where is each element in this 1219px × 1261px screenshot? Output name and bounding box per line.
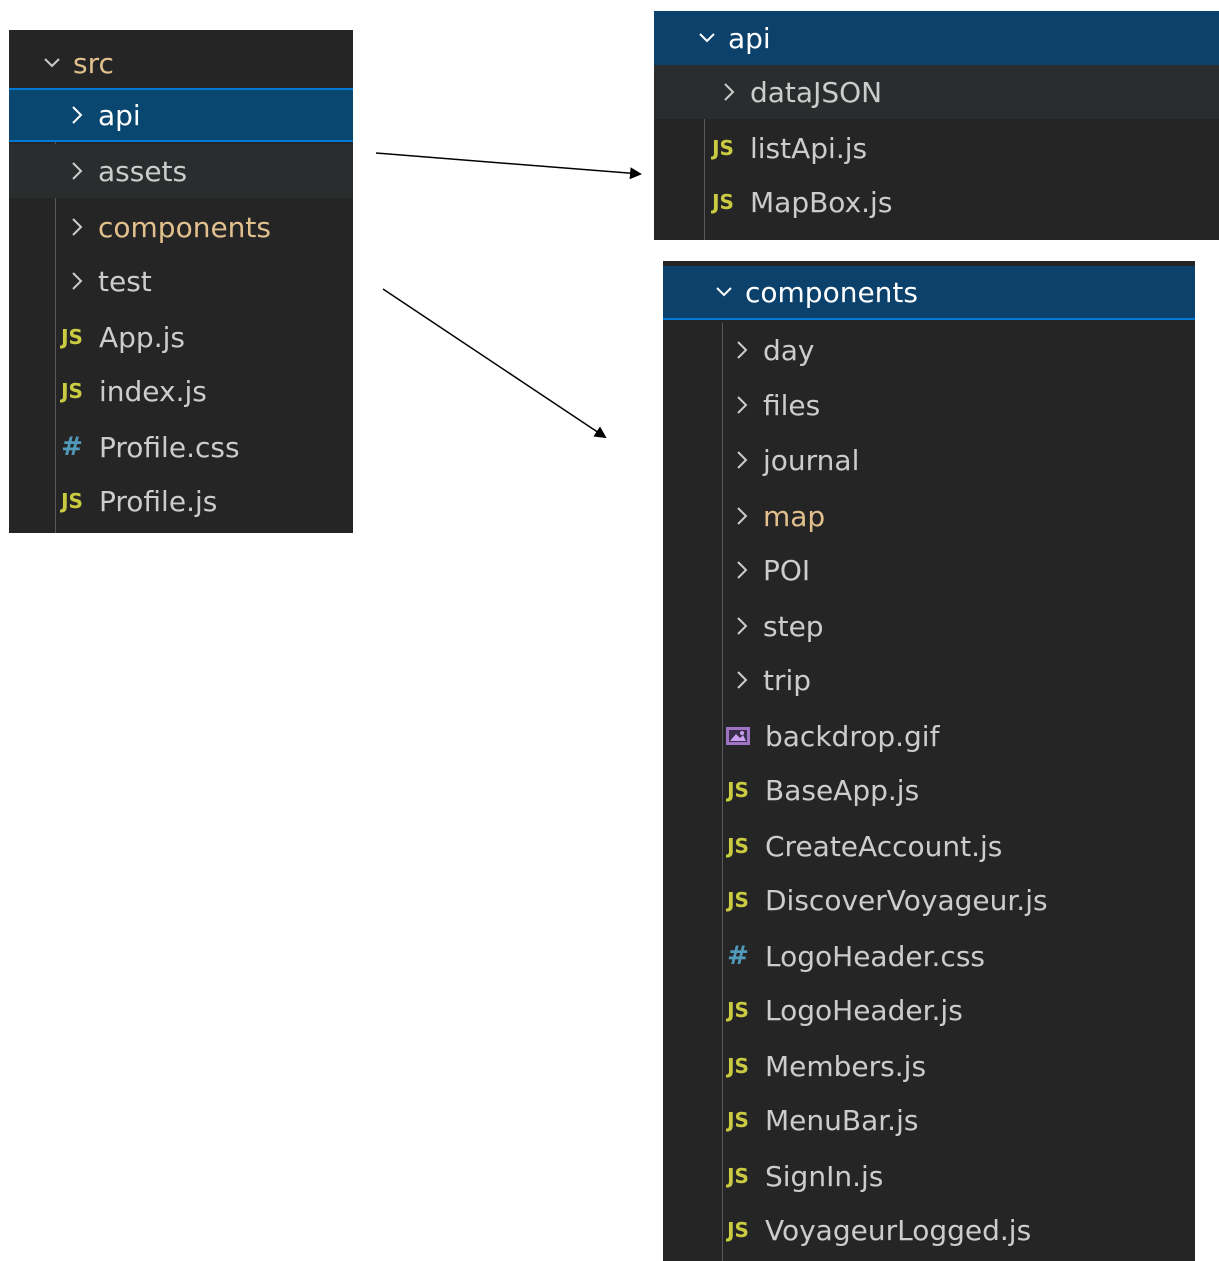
- arrow-to-components: [382, 288, 607, 439]
- arrow-to-api: [375, 152, 642, 180]
- connector-arrows: [375, 152, 642, 439]
